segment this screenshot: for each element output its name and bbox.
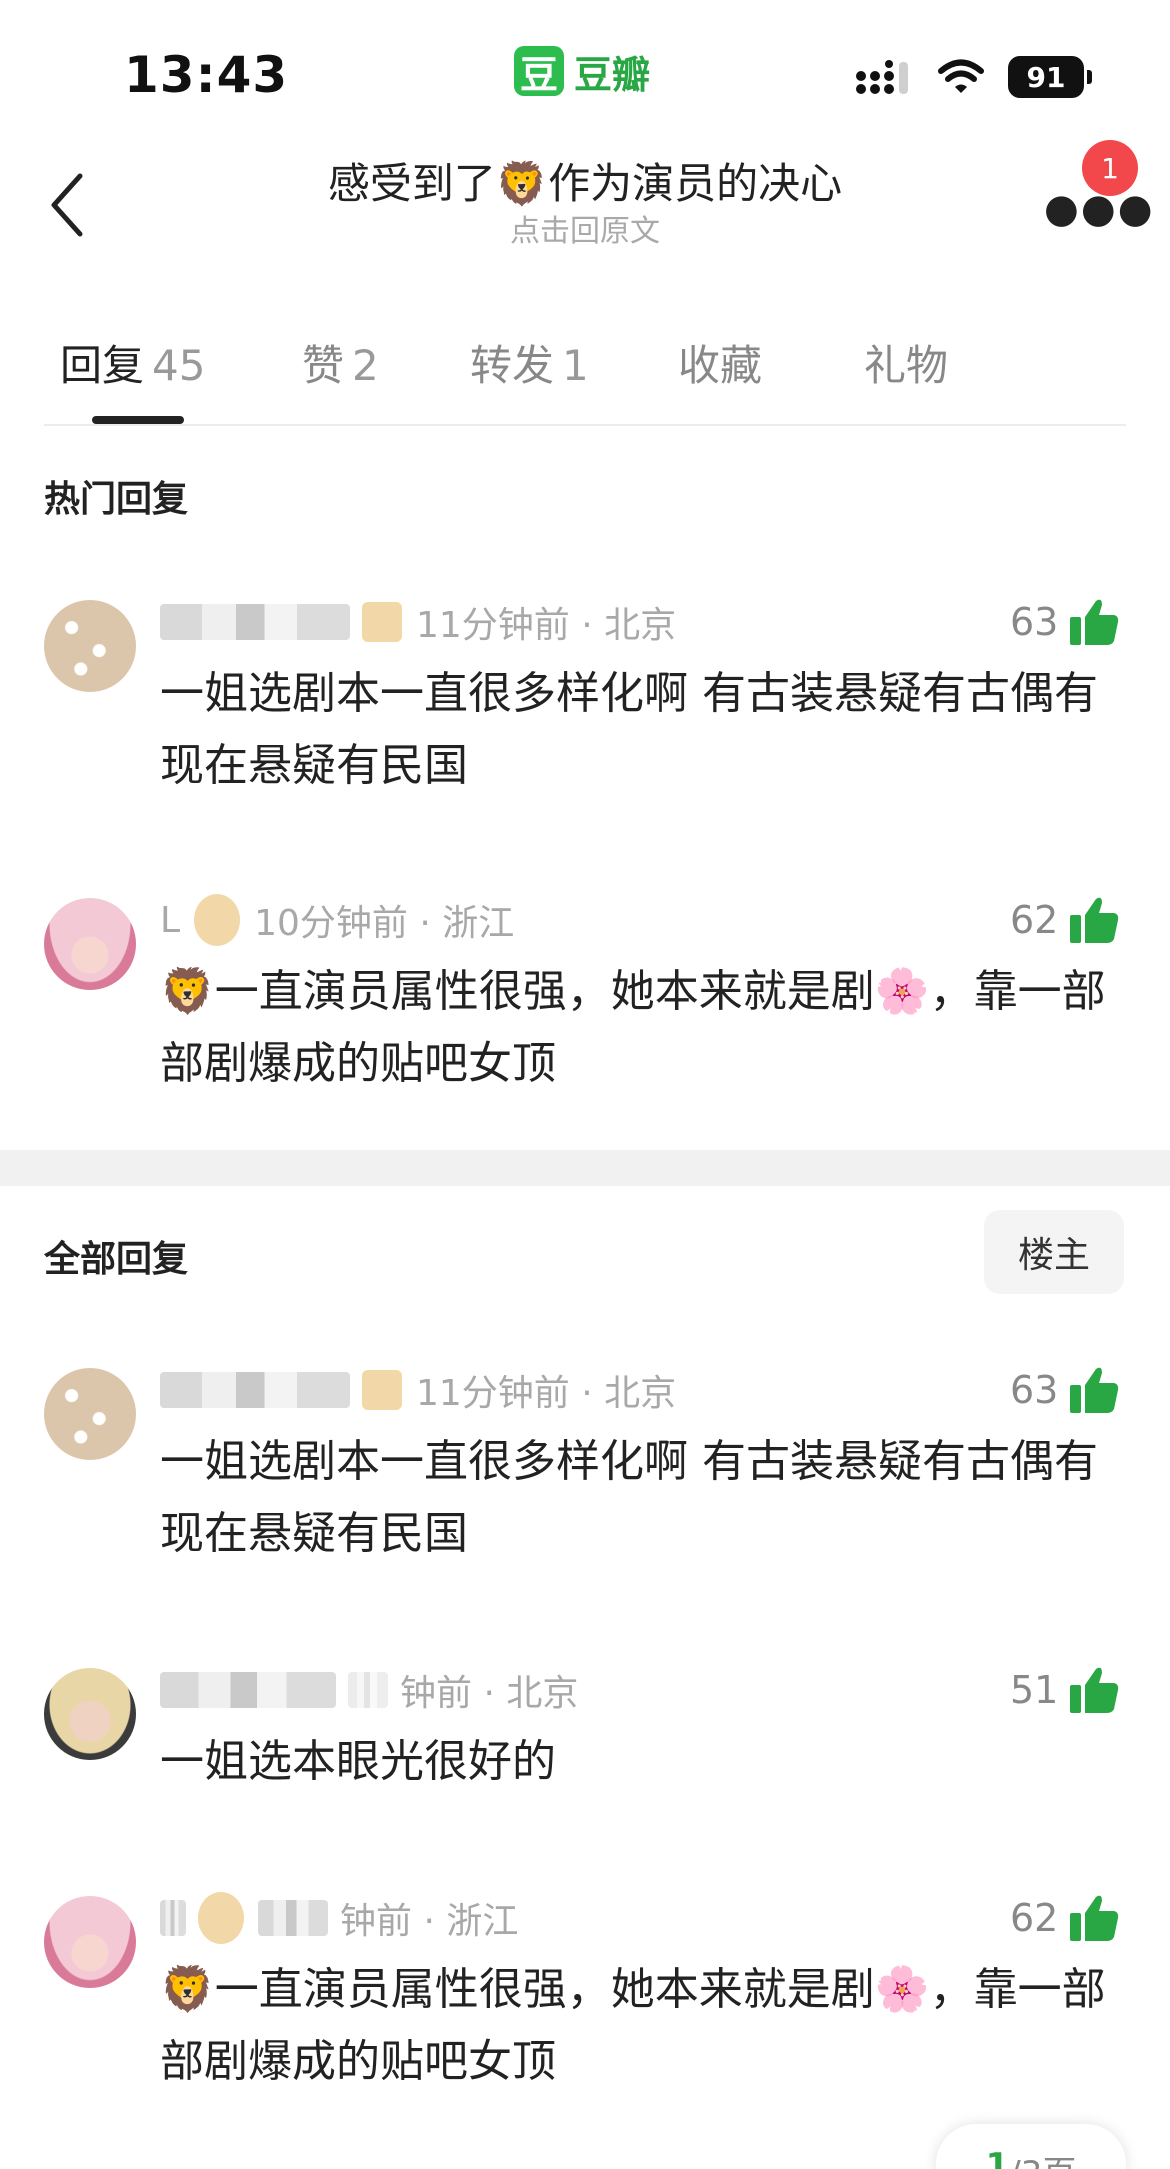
hot-replies-heading: 热门回复 — [44, 479, 189, 520]
comment-meta: 钟前 · 浙江 — [160, 1890, 518, 1946]
avatar[interactable] — [44, 1896, 136, 1988]
fish-badge-icon — [362, 1370, 402, 1410]
lantern-badge-icon — [194, 894, 241, 946]
comment-text-body: 一直演员属性很强，她本来就是剧🌸，靠一部部剧爆成的贴吧女顶 — [160, 1964, 1106, 2087]
section-separator — [0, 1150, 1170, 1186]
lantern-badge-icon — [198, 1892, 244, 1944]
battery-tip — [1087, 70, 1092, 84]
comment-time-location: 11分钟前 · 北京 — [416, 1373, 677, 1414]
blurred-username[interactable] — [160, 604, 350, 640]
thumbs-up-icon — [1070, 1367, 1119, 1413]
username-initial[interactable]: L — [160, 900, 180, 941]
blurred-username[interactable] — [160, 1372, 350, 1408]
post-title[interactable]: 感受到了🦁作为演员的决心 — [200, 150, 970, 211]
comment-time-location: 钟前 · 浙江 — [340, 1901, 519, 1942]
like-button[interactable]: 51 — [1010, 1662, 1120, 1718]
comment-meta: L 10分钟前 · 浙江 — [160, 892, 514, 948]
lion-emoji: 🦁 — [160, 966, 215, 1017]
page-indicator[interactable]: 1/3页 — [936, 2124, 1126, 2169]
thumbs-up-icon — [1070, 599, 1119, 645]
like-count: 51 — [1010, 1668, 1059, 1712]
thumbs-up-icon — [1070, 1667, 1119, 1713]
avatar[interactable] — [44, 600, 136, 692]
back-arrow-icon[interactable] — [44, 170, 94, 240]
comment-meta: 11分钟前 · 北京 — [160, 1362, 676, 1418]
thumbs-up-icon — [1070, 897, 1119, 943]
nav-bar: 感受到了🦁作为演员的决心 点击回原文 ●●● 1 — [0, 140, 1170, 270]
tab-replies[interactable]: 回复 45 — [60, 332, 205, 393]
avatar[interactable] — [44, 1368, 136, 1460]
battery-indicator: 91 — [1008, 56, 1092, 98]
comment-text: 一姐选本眼光很好的 — [160, 1736, 556, 1787]
comment-time-location: 10分钟前 · 浙江 — [254, 903, 515, 944]
blurred-username[interactable] — [160, 1672, 336, 1708]
wifi-icon — [938, 59, 984, 93]
app-name: 豆瓣 — [574, 52, 651, 97]
comment-meta: 钟前 · 北京 — [160, 1662, 578, 1718]
like-button[interactable]: 63 — [1010, 1362, 1120, 1418]
avatar[interactable] — [44, 1668, 136, 1760]
douban-logo-icon: 豆 — [514, 46, 564, 97]
tab-label: 转发 — [470, 341, 555, 390]
like-button[interactable]: 62 — [1010, 1890, 1120, 1946]
tab-gifts[interactable]: 礼物 — [864, 332, 948, 393]
tab-label: 赞 — [302, 341, 345, 390]
tab-likes[interactable]: 赞2 — [302, 332, 379, 393]
comment-text: 一姐选剧本一直很多样化啊 有古装悬疑有古偶有现在悬疑有民国 — [160, 668, 1098, 791]
lion-emoji: 🦁 — [160, 1964, 215, 2015]
avatar[interactable] — [44, 898, 136, 990]
active-tab-indicator — [92, 416, 184, 424]
tab-collect[interactable]: 收藏 — [678, 332, 762, 393]
fish-badge-icon — [362, 602, 402, 642]
like-count: 63 — [1010, 1368, 1059, 1412]
comment-text: 一姐选剧本一直很多样化啊 有古装悬疑有古偶有现在悬疑有民国 — [160, 1436, 1098, 1559]
current-page: 1 — [985, 2146, 1010, 2169]
like-button[interactable]: 62 — [1010, 892, 1120, 948]
blurred-username-tail — [258, 1900, 328, 1936]
tab-count: 45 — [152, 341, 206, 390]
tab-label: 回复 — [60, 341, 145, 390]
tab-count: 2 — [352, 341, 379, 390]
cellular-signal-icon — [856, 60, 908, 94]
douban-logo: 豆 豆瓣 — [514, 44, 650, 98]
tab-reposts[interactable]: 转发 1 — [470, 332, 589, 393]
status-time: 13:43 — [124, 46, 289, 104]
comment-text: 🦁一直演员属性很强，她本来就是剧🌸，靠一部部剧爆成的贴吧女顶 — [160, 956, 1120, 1100]
thumbs-up-icon — [1070, 1895, 1119, 1941]
tab-label: 收藏 — [678, 341, 763, 390]
comment-text-body: 一直演员属性很强，她本来就是剧🌸，靠一部部剧爆成的贴吧女顶 — [160, 966, 1106, 1089]
tab-label: 礼物 — [864, 341, 949, 390]
like-button[interactable]: 63 — [1010, 594, 1120, 650]
back-to-original-link[interactable]: 点击回原文 — [200, 206, 970, 250]
total-pages: /3页 — [1009, 2146, 1076, 2169]
notification-badge: 1 — [1082, 140, 1138, 196]
status-bar: 13:43 豆 豆瓣 91 — [0, 0, 1170, 140]
only-op-filter-button[interactable]: 楼主 — [984, 1210, 1124, 1294]
battery-level: 91 — [1008, 56, 1084, 98]
like-count: 63 — [1010, 600, 1059, 644]
comment-time-location: 11分钟前 · 北京 — [416, 605, 677, 646]
tab-count: 1 — [562, 341, 589, 390]
comment-meta: 11分钟前 · 北京 — [160, 594, 676, 650]
like-count: 62 — [1010, 1896, 1059, 1940]
blurred-username[interactable] — [160, 1900, 186, 1936]
comment-time-location: 钟前 · 北京 — [400, 1673, 579, 1714]
comment-text: 🦁一直演员属性很强，她本来就是剧🌸，靠一部部剧爆成的贴吧女顶 — [160, 1954, 1120, 2098]
divider — [44, 424, 1126, 426]
all-replies-heading: 全部回复 — [44, 1239, 189, 1280]
like-count: 62 — [1010, 898, 1059, 942]
tab-bar: 回复 45 赞2 转发 1 收藏 礼物 — [0, 320, 1170, 424]
blurred-badge — [348, 1672, 388, 1708]
